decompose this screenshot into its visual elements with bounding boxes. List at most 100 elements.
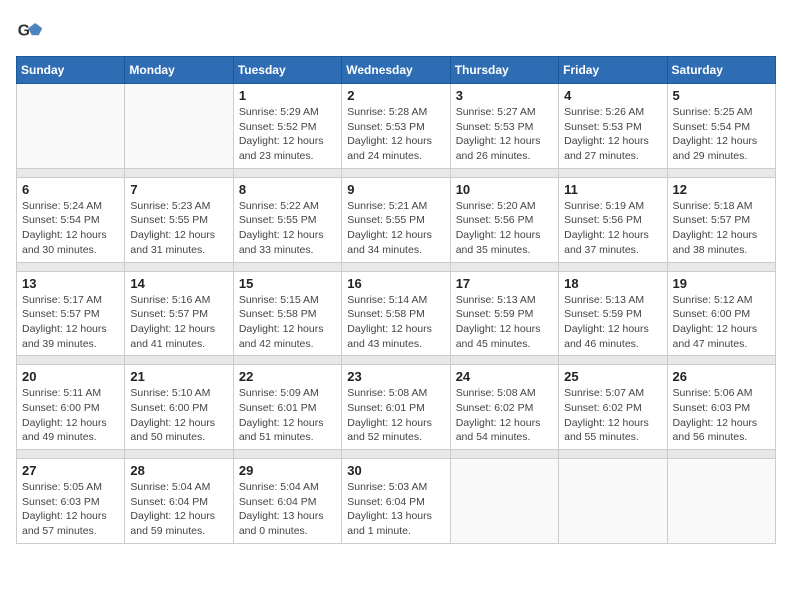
day-detail: Sunrise: 5:09 AM Sunset: 6:01 PM Dayligh… [239,386,336,445]
day-detail: Sunrise: 5:25 AM Sunset: 5:54 PM Dayligh… [673,105,770,164]
day-detail: Sunrise: 5:10 AM Sunset: 6:00 PM Dayligh… [130,386,227,445]
day-detail: Sunrise: 5:23 AM Sunset: 5:55 PM Dayligh… [130,199,227,258]
day-number: 27 [22,463,119,478]
day-number: 15 [239,276,336,291]
day-detail: Sunrise: 5:22 AM Sunset: 5:55 PM Dayligh… [239,199,336,258]
page-header: G [16,16,776,44]
calendar-cell: 23 Sunrise: 5:08 AM Sunset: 6:01 PM Dayli… [342,365,450,450]
day-detail: Sunrise: 5:08 AM Sunset: 6:01 PM Dayligh… [347,386,444,445]
day-detail: Sunrise: 5:18 AM Sunset: 5:57 PM Dayligh… [673,199,770,258]
calendar-cell: 30Sunrise: 5:03 AM Sunset: 6:04 PM Dayli… [342,459,450,544]
calendar-cell: 17Sunrise: 5:13 AM Sunset: 5:59 PM Dayli… [450,271,558,356]
day-number: 21 [130,369,227,384]
day-detail: Sunrise: 5:12 AM Sunset: 6:00 PM Dayligh… [673,293,770,352]
calendar-cell: 24Sunrise: 5:08 AM Sunset: 6:02 PM Dayli… [450,365,558,450]
day-detail: Sunrise: 5:08 AM Sunset: 6:02 PM Dayligh… [456,386,553,445]
separator-cell [125,450,233,459]
separator-cell [450,262,558,271]
day-number: 29 [239,463,336,478]
separator-cell [667,356,775,365]
day-detail: Sunrise: 5:27 AM Sunset: 5:53 PM Dayligh… [456,105,553,164]
separator-cell [125,168,233,177]
calendar-cell: 28Sunrise: 5:04 AM Sunset: 6:04 PM Dayli… [125,459,233,544]
day-detail: Sunrise: 5:14 AM Sunset: 5:58 PM Dayligh… [347,293,444,352]
day-number: 3 [456,88,553,103]
calendar-cell: 6Sunrise: 5:24 AM Sunset: 5:54 PM Daylig… [17,177,125,262]
day-number: 23 [347,369,444,384]
calendar-week-row: 20 Sunrise: 5:11 AM Sunset: 6:00 PM Dayli… [17,365,776,450]
week-separator [17,262,776,271]
day-detail: Sunrise: 5:16 AM Sunset: 5:57 PM Dayligh… [130,293,227,352]
week-separator [17,168,776,177]
separator-cell [667,168,775,177]
calendar-cell: 16Sunrise: 5:14 AM Sunset: 5:58 PM Dayli… [342,271,450,356]
calendar-day-header: Wednesday [342,57,450,84]
calendar-cell: 18Sunrise: 5:13 AM Sunset: 5:59 PM Dayli… [559,271,667,356]
week-separator [17,356,776,365]
day-number: 20 [22,369,119,384]
day-number: 7 [130,182,227,197]
calendar-week-row: 13 Sunrise: 5:17 AM Sunset: 5:57 PM Dayli… [17,271,776,356]
day-detail: Sunrise: 5:21 AM Sunset: 5:55 PM Dayligh… [347,199,444,258]
day-number: 5 [673,88,770,103]
day-number: 13 [22,276,119,291]
day-detail: Sunrise: 5:05 AM Sunset: 6:03 PM Dayligh… [22,480,119,539]
calendar-cell: 25Sunrise: 5:07 AM Sunset: 6:02 PM Dayli… [559,365,667,450]
calendar-day-header: Friday [559,57,667,84]
day-number: 12 [673,182,770,197]
day-number: 6 [22,182,119,197]
separator-cell [559,356,667,365]
separator-cell [450,450,558,459]
calendar-cell: 5 Sunrise: 5:25 AM Sunset: 5:54 PM Daylig… [667,84,775,169]
separator-cell [233,450,341,459]
calendar-week-row: 6Sunrise: 5:24 AM Sunset: 5:54 PM Daylig… [17,177,776,262]
svg-text:G: G [18,22,30,39]
calendar-cell: 27 Sunrise: 5:05 AM Sunset: 6:03 PM Dayli… [17,459,125,544]
day-number: 2 [347,88,444,103]
separator-cell [667,262,775,271]
calendar-cell: 2 Sunrise: 5:28 AM Sunset: 5:53 PM Daylig… [342,84,450,169]
day-number: 8 [239,182,336,197]
separator-cell [17,356,125,365]
separator-cell [667,450,775,459]
day-detail: Sunrise: 5:17 AM Sunset: 5:57 PM Dayligh… [22,293,119,352]
separator-cell [450,168,558,177]
calendar-cell: 19 Sunrise: 5:12 AM Sunset: 6:00 PM Dayli… [667,271,775,356]
separator-cell [125,262,233,271]
logo-icon: G [16,16,44,44]
day-detail: Sunrise: 5:15 AM Sunset: 5:58 PM Dayligh… [239,293,336,352]
day-number: 4 [564,88,661,103]
calendar-cell: 13 Sunrise: 5:17 AM Sunset: 5:57 PM Dayli… [17,271,125,356]
calendar-header-row: SundayMondayTuesdayWednesdayThursdayFrid… [17,57,776,84]
day-number: 19 [673,276,770,291]
day-number: 1 [239,88,336,103]
day-detail: Sunrise: 5:28 AM Sunset: 5:53 PM Dayligh… [347,105,444,164]
day-number: 10 [456,182,553,197]
calendar-cell [17,84,125,169]
calendar-cell: 10 Sunrise: 5:20 AM Sunset: 5:56 PM Dayli… [450,177,558,262]
separator-cell [125,356,233,365]
day-number: 22 [239,369,336,384]
separator-cell [559,450,667,459]
separator-cell [233,168,341,177]
day-number: 14 [130,276,227,291]
calendar-cell: 21 Sunrise: 5:10 AM Sunset: 6:00 PM Dayli… [125,365,233,450]
calendar-cell: 26 Sunrise: 5:06 AM Sunset: 6:03 PM Dayli… [667,365,775,450]
calendar-body: 1Sunrise: 5:29 AM Sunset: 5:52 PM Daylig… [17,84,776,544]
calendar-header: SundayMondayTuesdayWednesdayThursdayFrid… [17,57,776,84]
day-detail: Sunrise: 5:06 AM Sunset: 6:03 PM Dayligh… [673,386,770,445]
calendar-cell [125,84,233,169]
separator-cell [450,356,558,365]
day-detail: Sunrise: 5:20 AM Sunset: 5:56 PM Dayligh… [456,199,553,258]
day-number: 9 [347,182,444,197]
calendar-cell: 1Sunrise: 5:29 AM Sunset: 5:52 PM Daylig… [233,84,341,169]
separator-cell [342,450,450,459]
day-number: 26 [673,369,770,384]
calendar-cell [450,459,558,544]
week-separator [17,450,776,459]
calendar-table: SundayMondayTuesdayWednesdayThursdayFrid… [16,56,776,544]
calendar-cell: 29Sunrise: 5:04 AM Sunset: 6:04 PM Dayli… [233,459,341,544]
calendar-cell: 15 Sunrise: 5:15 AM Sunset: 5:58 PM Dayli… [233,271,341,356]
day-detail: Sunrise: 5:11 AM Sunset: 6:00 PM Dayligh… [22,386,119,445]
calendar-cell: 11Sunrise: 5:19 AM Sunset: 5:56 PM Dayli… [559,177,667,262]
